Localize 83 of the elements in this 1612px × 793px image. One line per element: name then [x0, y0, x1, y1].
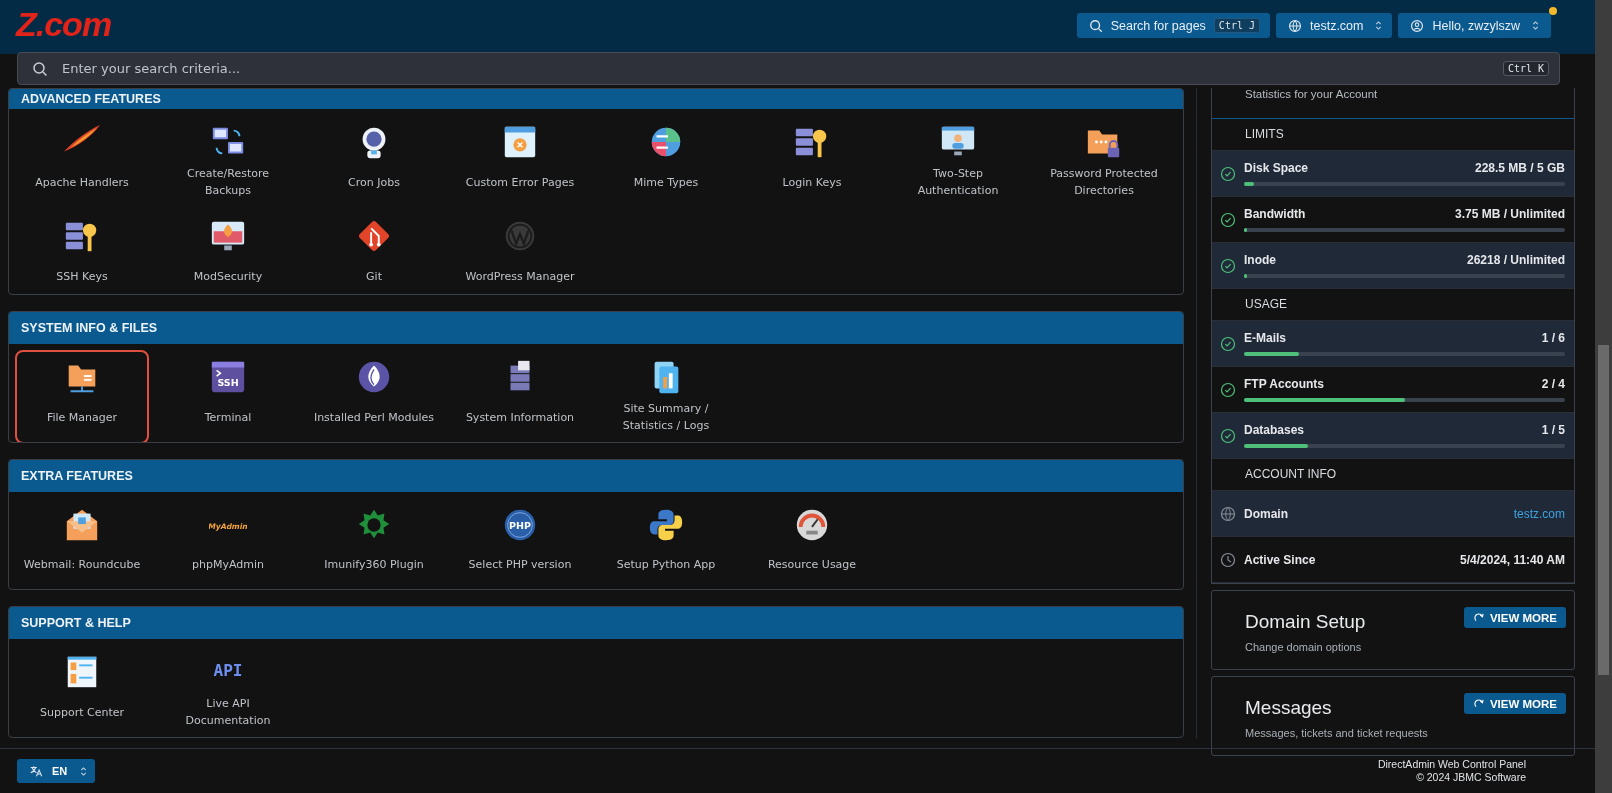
stat-value: 228.5 MB / 5 GB	[1474, 161, 1565, 175]
stat-value: 3.75 MB / Unlimited	[1454, 207, 1565, 221]
search-icon	[32, 60, 48, 77]
footer-text: DirectAdmin Web Control Panel	[1377, 758, 1526, 771]
stat-label: Active Since	[1244, 552, 1316, 567]
feature-tile[interactable]: Password Protected Directories	[1037, 115, 1171, 209]
check-circle-icon	[1220, 211, 1236, 228]
feature-tile[interactable]: WordPress Manager	[453, 209, 587, 295]
check-circle-icon	[1220, 381, 1236, 398]
feature-tile[interactable]: Custom Error Pages	[453, 115, 587, 209]
section-header: SUPPORT & HELP	[9, 607, 1183, 640]
feature-tile[interactable]: Support Center	[15, 645, 149, 737]
check-circle-icon	[1220, 335, 1236, 352]
chevron-icon	[1532, 20, 1539, 31]
feature-tile[interactable]: Webmail: Roundcube	[15, 497, 149, 590]
feature-tile[interactable]: Login Keys	[745, 115, 879, 209]
globe-icon	[1288, 18, 1302, 33]
language-menu[interactable]: EN	[17, 759, 96, 783]
stat-value: 26218 / Unlimited	[1466, 253, 1565, 267]
feature-tile[interactable]: MyAdmin phpMyAdmin	[161, 497, 295, 590]
feature-tile[interactable]: Git	[307, 209, 441, 295]
feature-tile[interactable]: Site Summary / Statistics / Logs	[599, 350, 733, 442]
api-icon: API	[209, 653, 247, 692]
section-header: EXTRA FEATURES	[9, 459, 1183, 492]
search-icon	[1088, 18, 1103, 33]
view-more-button[interactable]: VIEW MORE	[1463, 607, 1566, 628]
search-field[interactable]: Enter your search criteria... Ctrl K	[17, 52, 1560, 85]
panel-subtitle: Statistics for your Account	[1212, 88, 1574, 119]
card-title: Messages	[1245, 697, 1333, 719]
stat-label: Domain	[1244, 506, 1288, 521]
chevron-icon	[1375, 20, 1383, 31]
user-menu[interactable]: Hello, zwzylszw	[1398, 13, 1551, 38]
feature-tile[interactable]: System Information	[453, 350, 587, 442]
search-input[interactable]: Enter your search criteria...	[60, 60, 1491, 77]
feature-tile[interactable]: PHP Select PHP version	[453, 497, 587, 590]
feature-tile[interactable]: Apache Handlers	[15, 115, 149, 209]
search-pages-button[interactable]: Search for pages Ctrl J	[1076, 13, 1270, 38]
stat-value: 5/4/2024, 11:40 AM	[1460, 552, 1565, 567]
card-title: Domain Setup	[1245, 611, 1366, 633]
footer-text: © 2024 JBMC Software	[1416, 771, 1526, 784]
scrollbar[interactable]	[1595, 0, 1612, 793]
redo-arrow-icon	[1472, 611, 1485, 624]
stat-label: Databases	[1244, 423, 1305, 437]
card-subtitle: Change domain options	[1245, 641, 1363, 653]
stat-label: E-Mails	[1244, 331, 1286, 345]
card-subtitle: Messages, tickets and ticket requests	[1245, 727, 1428, 739]
feature-tile[interactable]: Cron Jobs	[307, 115, 441, 209]
phpmyadmin-logo: MyAdmin	[209, 505, 247, 544]
globe-icon	[1220, 505, 1236, 522]
section-header: ADVANCED FEATURES	[9, 89, 1183, 109]
stat-label: Disk Space	[1244, 161, 1309, 175]
stat-label: Bandwidth	[1244, 207, 1306, 221]
shortcut-key: Ctrl J	[1213, 18, 1260, 33]
translate-icon	[29, 764, 43, 778]
feature-tile[interactable]: File Manager	[15, 350, 149, 442]
feature-tile[interactable]: Installed Perl Modules	[307, 350, 441, 442]
stat-label: Inode	[1244, 253, 1276, 267]
feature-tile[interactable]: Create/Restore Backups	[161, 115, 295, 209]
stat-value: 2 / 4	[1541, 377, 1565, 391]
domain-menu[interactable]: testz.com	[1276, 13, 1393, 38]
feature-tile[interactable]: Two-Step Authentication	[891, 115, 1025, 209]
feature-tile[interactable]: Mime Types	[599, 115, 733, 209]
feature-tile[interactable]: SSH Keys	[15, 209, 149, 295]
domain-link[interactable]: testz.com	[1513, 506, 1565, 521]
chevron-icon	[80, 765, 88, 777]
feature-tile[interactable]: ModSecurity	[161, 209, 295, 295]
shortcut-key: Ctrl K	[1502, 61, 1549, 76]
check-circle-icon	[1220, 165, 1236, 182]
section-header: SYSTEM INFO & FILES	[9, 312, 1183, 345]
check-circle-icon	[1220, 427, 1236, 444]
stat-label: FTP Accounts	[1244, 377, 1324, 391]
feature-tile[interactable]: SSH Terminal	[161, 350, 295, 442]
user-icon	[1410, 18, 1425, 33]
stat-value: 1 / 5	[1541, 423, 1565, 437]
feature-tile[interactable]: API Live API Documentation	[161, 645, 295, 737]
clock-icon	[1220, 551, 1236, 568]
feature-tile[interactable]: Resource Usage	[745, 497, 879, 590]
feature-tile[interactable]: Setup Python App	[599, 497, 733, 590]
check-circle-icon	[1220, 257, 1236, 274]
redo-arrow-icon	[1472, 697, 1485, 710]
view-more-button[interactable]: VIEW MORE	[1463, 693, 1566, 714]
feature-tile[interactable]: Imunify360 Plugin	[307, 497, 441, 590]
stat-value: 1 / 6	[1541, 331, 1565, 345]
